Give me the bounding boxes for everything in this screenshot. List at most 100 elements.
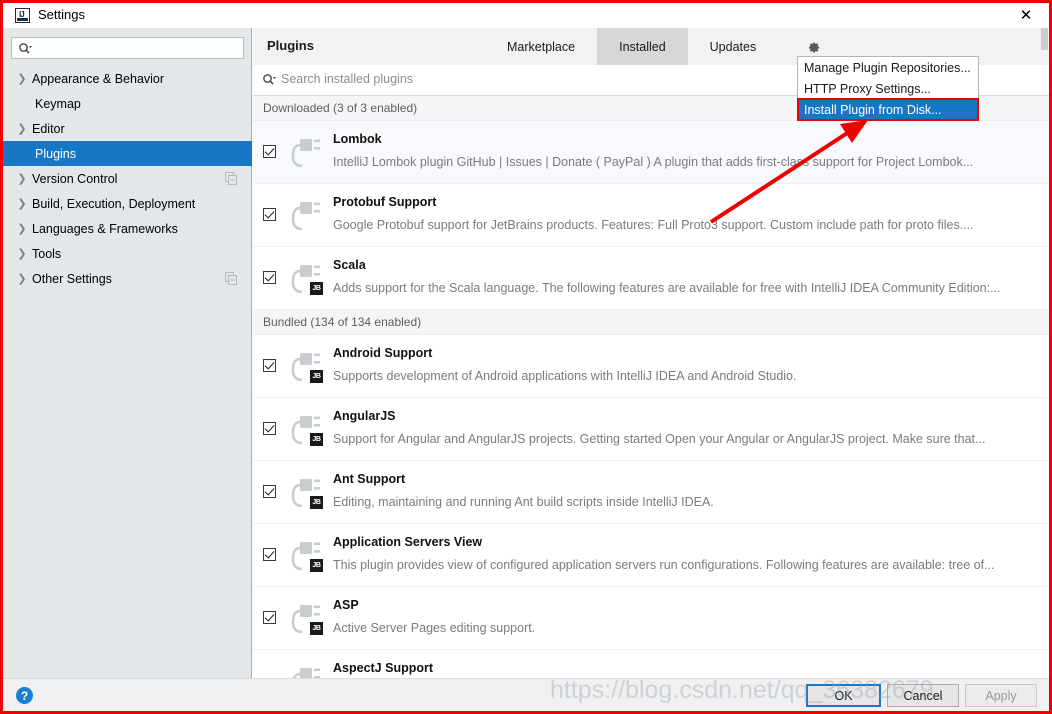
plugins-tabs: Marketplace Installed Updates — [485, 28, 778, 65]
plugin-row[interactable]: JB ASP Active Server Pages editing support… — [253, 587, 1049, 650]
plugin-plug-icon — [292, 668, 320, 678]
plugins-panel: Plugins Marketplace Installed Updates Sear… — [253, 28, 1049, 678]
sidebar-item-label: Tools — [32, 246, 62, 261]
plugin-enable-checkbox[interactable] — [263, 359, 276, 372]
settings-sidebar: ❯ Appearance & Behavior Keymap ❯ Editor Plugi… — [3, 28, 252, 678]
sidebar-item-label: Appearance & Behavior — [32, 71, 165, 86]
plugin-row[interactable]: JB Application Servers View This plugin pr… — [253, 524, 1049, 587]
plugin-name: ASP — [333, 598, 359, 612]
chevron-right-icon[interactable]: ❯ — [15, 272, 29, 286]
plugin-name: Protobuf Support — [333, 195, 437, 209]
jetbrains-badge-icon: JB — [310, 282, 323, 295]
page-title: Plugins — [267, 38, 314, 53]
settings-search-input[interactable] — [11, 37, 244, 59]
sidebar-item-plugins[interactable]: Plugins — [3, 141, 252, 166]
ok-button[interactable]: OK — [806, 684, 881, 707]
plugin-row[interactable]: JB AngularJS Support for Angular and Angul… — [253, 398, 1049, 461]
sidebar-item-label: Version Control — [32, 171, 118, 186]
menu-item-http-proxy-settings[interactable]: HTTP Proxy Settings... — [798, 78, 978, 99]
plugin-row[interactable]: JB Android Support Supports development of… — [253, 335, 1049, 398]
chevron-right-icon[interactable]: ❯ — [15, 172, 29, 186]
search-icon — [263, 74, 276, 85]
plugin-row[interactable]: Protobuf Support Google Protobuf support … — [253, 184, 1049, 247]
plugin-list: Downloaded (3 of 3 enabled) Lombok Intelli… — [253, 96, 1049, 678]
chevron-right-icon[interactable]: ❯ — [15, 197, 29, 211]
tab-updates[interactable]: Updates — [688, 28, 779, 65]
plugin-row[interactable]: JB Scala Adds support for the Scala langua… — [253, 247, 1049, 310]
search-icon — [19, 43, 32, 54]
plugin-name: Android Support — [333, 346, 433, 360]
plugin-list-scrollbar[interactable] — [1040, 28, 1049, 610]
sidebar-item-appearance-behavior[interactable]: ❯ Appearance & Behavior — [3, 66, 252, 91]
sidebar-item-keymap[interactable]: Keymap — [3, 91, 252, 116]
title-bar: IJ Settings ✕ — [3, 3, 1049, 29]
menu-item-install-plugin-from-disk[interactable]: Install Plugin from Disk... — [797, 98, 979, 121]
plugin-description: Supports development of Android applicat… — [333, 369, 797, 383]
cancel-button[interactable]: Cancel — [887, 684, 959, 707]
sidebar-item-label: Plugins — [35, 146, 76, 161]
plugin-description: This plugin provides view of configured … — [333, 558, 995, 572]
copy-settings-icon[interactable] — [225, 272, 238, 285]
sidebar-item-label: Editor — [32, 121, 65, 136]
help-icon[interactable]: ? — [16, 687, 33, 704]
plugin-enable-checkbox[interactable] — [263, 145, 276, 158]
jetbrains-badge-icon: JB — [310, 496, 323, 509]
plugin-description: Active Server Pages editing support. — [333, 621, 536, 635]
window-title: Settings — [38, 7, 85, 22]
sidebar-item-editor[interactable]: ❯ Editor — [3, 116, 252, 141]
plugin-name: Application Servers View — [333, 535, 483, 549]
plugin-plug-icon — [291, 139, 320, 168]
plugin-description: Support for Angular and AngularJS projec… — [333, 432, 986, 446]
gear-dropdown-menu: Manage Plugin Repositories... HTTP Proxy … — [797, 56, 979, 121]
plugin-description: Google Protobuf support for JetBrains pr… — [333, 218, 974, 232]
jetbrains-badge-icon: JB — [310, 433, 323, 446]
plugin-row[interactable]: Lombok IntelliJ Lombok plugin GitHub | Is… — [253, 121, 1049, 184]
sidebar-item-label: Build, Execution, Deployment — [32, 196, 196, 211]
chevron-right-icon[interactable]: ❯ — [15, 72, 29, 86]
plugin-name: Lombok — [333, 132, 382, 146]
dialog-content: ❯ Appearance & Behavior Keymap ❯ Editor Plugi… — [3, 28, 1049, 678]
scrollbar-thumb[interactable] — [1041, 28, 1048, 50]
apply-button[interactable]: Apply — [965, 684, 1037, 707]
plugin-plug-icon — [291, 202, 320, 231]
plugin-enable-checkbox[interactable] — [263, 271, 276, 284]
sidebar-item-build-execution-deployment[interactable]: ❯ Build, Execution, Deployment — [3, 191, 252, 216]
close-icon[interactable]: ✕ — [1003, 3, 1049, 28]
plugin-name: AspectJ Support — [333, 661, 434, 675]
plugin-description: Adds support for the Scala language. The… — [333, 281, 1001, 295]
menu-item-manage-plugin-repositories[interactable]: Manage Plugin Repositories... — [798, 57, 978, 78]
plugin-enable-checkbox[interactable] — [263, 548, 276, 561]
sidebar-item-version-control[interactable]: ❯ Version Control — [3, 166, 252, 191]
chevron-right-icon[interactable]: ❯ — [15, 247, 29, 261]
plugin-name: Ant Support — [333, 472, 406, 486]
jetbrains-badge-icon: JB — [310, 622, 323, 635]
sidebar-item-label: Keymap — [35, 96, 81, 111]
chevron-right-icon[interactable]: ❯ — [15, 122, 29, 136]
plugin-group-header: Bundled (134 of 134 enabled) — [253, 310, 1049, 335]
sidebar-item-languages-frameworks[interactable]: ❯ Languages & Frameworks — [3, 216, 252, 241]
intellij-idea-icon: IJ — [15, 8, 30, 23]
plugin-enable-checkbox[interactable] — [263, 208, 276, 221]
chevron-right-icon[interactable]: ❯ — [15, 222, 29, 236]
settings-tree: ❯ Appearance & Behavior Keymap ❯ Editor Plugi… — [3, 66, 252, 291]
plugin-enable-checkbox[interactable] — [263, 485, 276, 498]
settings-window: IJ Settings ✕ ❯ Appearance & Behavior Keym… — [3, 3, 1049, 711]
plugin-enable-checkbox[interactable] — [263, 422, 276, 435]
plugin-description: IntelliJ Lombok plugin GitHub | Issues |… — [333, 155, 974, 169]
tab-marketplace[interactable]: Marketplace — [485, 28, 597, 65]
sidebar-item-tools[interactable]: ❯ Tools — [3, 241, 252, 266]
plugin-description: Editing, maintaining and running Ant bui… — [333, 495, 714, 509]
jetbrains-badge-icon: JB — [310, 559, 323, 572]
sidebar-item-label: Other Settings — [32, 271, 112, 286]
gear-icon[interactable] — [803, 37, 823, 57]
plugin-row[interactable]: AspectJ Support — [253, 650, 1049, 678]
plugin-enable-checkbox[interactable] — [263, 611, 276, 624]
plugin-name: AngularJS — [333, 409, 396, 423]
copy-settings-icon[interactable] — [225, 172, 238, 185]
plugin-name: Scala — [333, 258, 366, 272]
sidebar-item-other-settings[interactable]: ❯ Other Settings — [3, 266, 252, 291]
plugin-row[interactable]: JB Ant Support Editing, maintaining and ru… — [253, 461, 1049, 524]
tab-installed[interactable]: Installed — [597, 28, 688, 65]
gear-glyph — [808, 41, 819, 53]
jetbrains-badge-icon: JB — [310, 370, 323, 383]
